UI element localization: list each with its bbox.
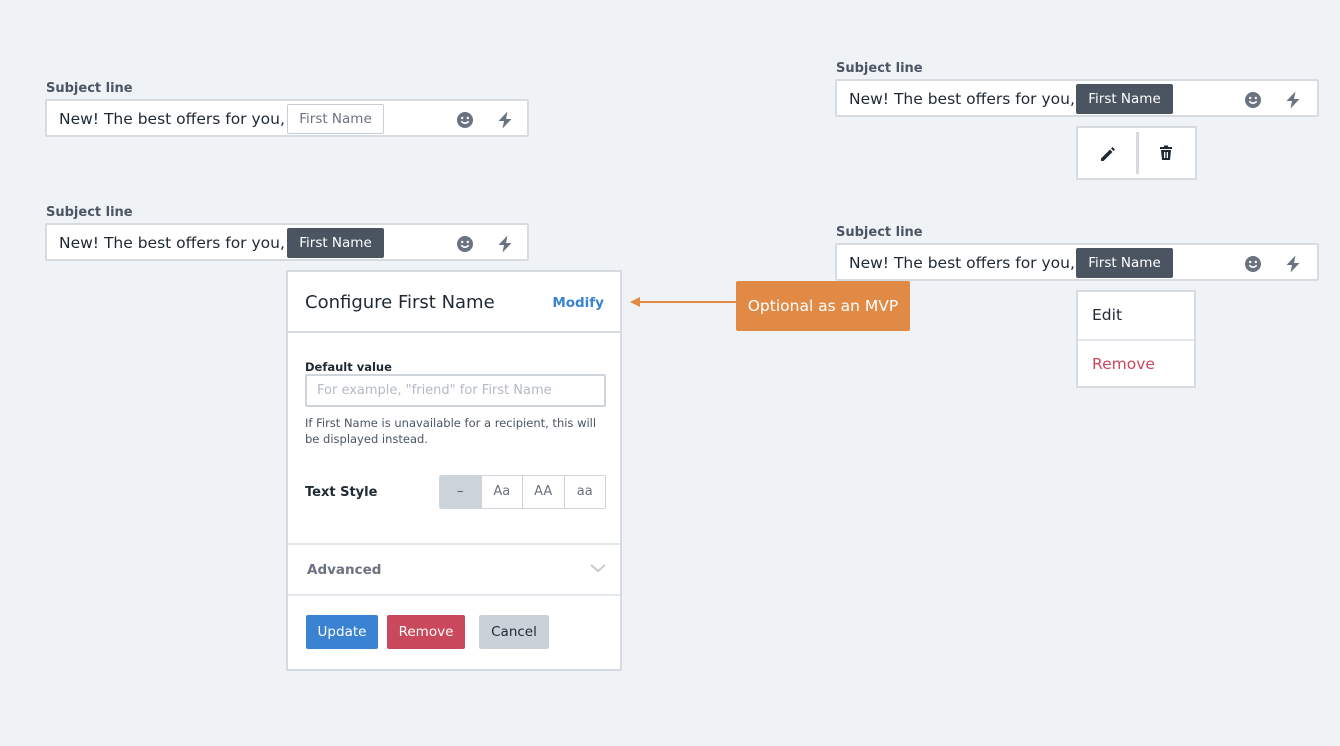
- text-style-segmented: – Aa AA aa: [439, 475, 606, 509]
- advanced-divider-bottom: [288, 594, 620, 596]
- lightning-icon[interactable]: [495, 234, 515, 254]
- first-name-tag[interactable]: First Name: [1076, 248, 1173, 278]
- emoji-icon[interactable]: [1243, 90, 1263, 110]
- emoji-icon[interactable]: [1243, 254, 1263, 274]
- text-style-none[interactable]: –: [440, 476, 481, 508]
- subject-line-label: Subject line: [46, 205, 133, 220]
- remove-button[interactable]: Remove: [387, 615, 465, 649]
- lightning-icon[interactable]: [495, 110, 515, 130]
- subject-line-label: Subject line: [836, 225, 923, 240]
- update-button[interactable]: Update: [306, 615, 378, 649]
- trash-icon[interactable]: [1156, 143, 1176, 163]
- subject-line-field[interactable]: New! The best offers for you, First Name: [45, 99, 529, 137]
- lightning-icon[interactable]: [1283, 90, 1303, 110]
- callout-note: Optional as an MVP: [736, 281, 910, 331]
- first-name-tag[interactable]: First Name: [287, 228, 384, 258]
- chevron-down-icon[interactable]: [588, 558, 608, 578]
- first-name-tag[interactable]: First Name: [1076, 84, 1173, 114]
- advanced-toggle[interactable]: Advanced: [307, 562, 381, 578]
- callout-arrow: [630, 297, 738, 307]
- text-style-capitalize[interactable]: Aa: [480, 476, 523, 508]
- subject-line-field[interactable]: New! The best offers for you, First Name: [45, 223, 529, 261]
- configure-popover: Configure First Name Modify Default valu…: [286, 270, 622, 671]
- default-value-label: Default value: [305, 360, 392, 374]
- subject-text: New! The best offers for you,: [59, 234, 285, 252]
- subject-line-label: Subject line: [836, 61, 923, 76]
- default-value-field[interactable]: [305, 374, 606, 407]
- subject-text: New! The best offers for you,: [849, 254, 1075, 272]
- cancel-button[interactable]: Cancel: [479, 615, 549, 649]
- subject-text: New! The best offers for you,: [59, 110, 285, 128]
- menu-remove[interactable]: Remove: [1092, 355, 1155, 373]
- lightning-icon[interactable]: [1283, 254, 1303, 274]
- tag-menu: Edit Remove: [1076, 290, 1196, 388]
- subject-text: New! The best offers for you,: [849, 90, 1075, 108]
- header-divider: [288, 331, 620, 333]
- subject-line-field[interactable]: New! The best offers for you, First Name: [835, 243, 1319, 281]
- modify-link[interactable]: Modify: [552, 295, 604, 311]
- emoji-icon[interactable]: [455, 110, 475, 130]
- menu-divider: [1078, 339, 1194, 341]
- default-value-input[interactable]: [307, 376, 604, 405]
- subject-line-field[interactable]: New! The best offers for you, First Name: [835, 79, 1319, 117]
- tag-toolbar: [1076, 126, 1197, 180]
- default-value-helper: If First Name is unavailable for a recip…: [305, 416, 597, 446]
- first-name-tag[interactable]: First Name: [287, 104, 384, 134]
- popover-title: Configure First Name: [305, 292, 495, 313]
- text-style-lowercase[interactable]: aa: [563, 476, 606, 508]
- subject-line-label: Subject line: [46, 81, 133, 96]
- text-style-uppercase[interactable]: AA: [522, 476, 564, 508]
- toolbar-divider: [1136, 132, 1139, 174]
- text-style-label: Text Style: [305, 485, 378, 500]
- advanced-divider-top: [288, 543, 620, 545]
- pencil-icon[interactable]: [1098, 144, 1118, 164]
- menu-edit[interactable]: Edit: [1092, 306, 1122, 324]
- emoji-icon[interactable]: [455, 234, 475, 254]
